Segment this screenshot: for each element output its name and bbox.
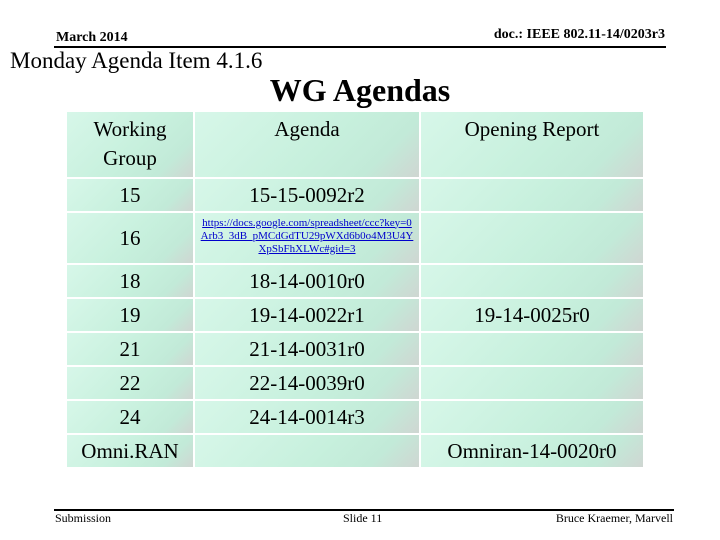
report-cell: Omniran-14-0020r0 — [421, 435, 643, 467]
agenda-cell: 15-15-0092r2 — [195, 179, 421, 213]
group-cell: 24 — [67, 401, 195, 435]
page-title: WG Agendas — [0, 72, 720, 109]
column-header-opening-report: Opening Report — [421, 112, 643, 179]
agenda-link[interactable]: https://docs.google.com/spreadsheet/ccc?… — [200, 217, 414, 256]
agenda-cell: 24-14-0014r3 — [195, 401, 421, 435]
header-doc-id: doc.: IEEE 802.11-14/0203r3 — [493, 27, 665, 42]
agenda-cell: 19-14-0022r1 — [195, 299, 421, 333]
footer-submission: Submission — [55, 511, 112, 525]
table-row: 22 22-14-0039r0 — [67, 367, 643, 401]
report-cell — [421, 367, 643, 401]
page-subtitle: Monday Agenda Item 4.1.6 — [10, 48, 263, 73]
report-cell — [421, 265, 643, 299]
group-cell: 18 — [67, 265, 195, 299]
report-cell — [421, 333, 643, 367]
group-cell: 21 — [67, 333, 195, 367]
agenda-table: Working Group Agenda Opening Report 15 1… — [67, 112, 643, 467]
group-cell: 15 — [67, 179, 195, 213]
group-cell: 19 — [67, 299, 195, 333]
table-row: 15 15-15-0092r2 — [67, 179, 643, 213]
report-cell — [421, 179, 643, 213]
table-header-row: Working Group Agenda Opening Report — [67, 112, 643, 179]
report-cell: 19-14-0025r0 — [421, 299, 643, 333]
report-cell — [421, 213, 643, 265]
table-row: 19 19-14-0022r1 19-14-0025r0 — [67, 299, 643, 333]
report-cell — [421, 401, 643, 435]
table-row: 24 24-14-0014r3 — [67, 401, 643, 435]
header-date: March 2014 — [56, 30, 128, 45]
agenda-cell — [195, 435, 421, 467]
table-row: Omni.RAN Omniran-14-0020r0 — [67, 435, 643, 467]
column-header-working-group: Working Group — [67, 112, 195, 179]
table-row: 21 21-14-0031r0 — [67, 333, 643, 367]
table-row: 18 18-14-0010r0 — [67, 265, 643, 299]
agenda-cell: 22-14-0039r0 — [195, 367, 421, 401]
footer-slide-number: Slide 11 — [343, 511, 383, 525]
table-row: 16 https://docs.google.com/spreadsheet/c… — [67, 213, 643, 265]
column-header-agenda: Agenda — [195, 112, 421, 179]
agenda-cell: 21-14-0031r0 — [195, 333, 421, 367]
group-cell: Omni.RAN — [67, 435, 195, 467]
group-cell: 22 — [67, 367, 195, 401]
footer-author: Bruce Kraemer, Marvell — [555, 511, 673, 525]
agenda-cell: https://docs.google.com/spreadsheet/ccc?… — [195, 213, 421, 265]
page-title-text: WG Agendas — [269, 72, 451, 108]
agenda-cell: 18-14-0010r0 — [195, 265, 421, 299]
group-cell: 16 — [67, 213, 195, 265]
